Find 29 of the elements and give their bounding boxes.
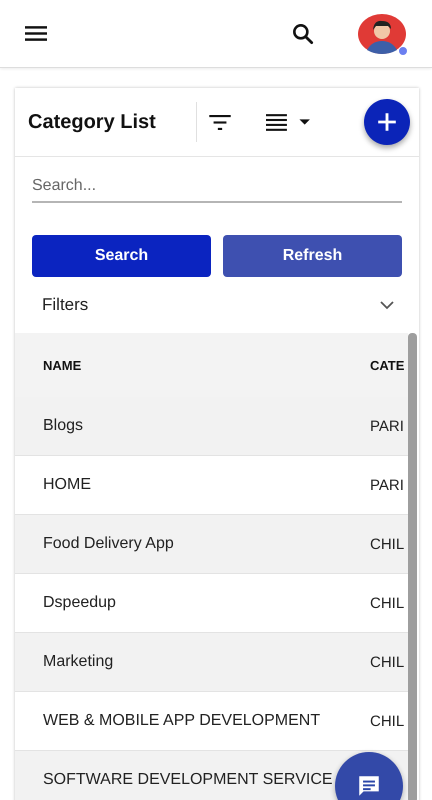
table-cell-text: CHIL [370, 536, 406, 552]
table-cell-text: SOFTWARE DEVELOPMENT SERVICE [42, 771, 334, 789]
table-cell-text: Marketing [42, 653, 114, 671]
table-row[interactable]: Blogs PARI [15, 397, 408, 456]
table-cell-text: WEB & MOBILE APP DEVELOPMENT [42, 712, 322, 730]
table-cell-text: Dspeedup [42, 594, 117, 612]
filter-icon[interactable] [208, 114, 231, 130]
table-cell-text: CHIL [370, 712, 406, 730]
filters-toggle[interactable]: Filters [32, 277, 402, 333]
table-row[interactable]: Food Delivery App CHIL [15, 515, 408, 574]
table-cell-text: HOME [42, 476, 92, 494]
refresh-button[interactable]: Refresh [223, 235, 402, 277]
column-header: NAME [42, 358, 82, 372]
table-cell-text: PARI [370, 476, 405, 494]
density-dropdown-icon[interactable] [266, 114, 312, 130]
table-cell-text: Blogs [42, 417, 84, 435]
search-button[interactable]: Search [32, 235, 211, 277]
table-cell-text: Food Delivery App [42, 535, 175, 553]
table-cell-text: CHIL [370, 594, 406, 612]
column-header: CATE [370, 358, 406, 372]
table-cell-text: CHIL [370, 654, 406, 670]
menu-icon[interactable] [25, 26, 47, 41]
table-row[interactable]: Marketing CHIL [15, 633, 408, 692]
scrollbar-thumb[interactable] [408, 333, 417, 800]
add-button[interactable] [364, 99, 410, 145]
card-title: Category List [28, 110, 156, 134]
avatar-icon[interactable] [358, 14, 406, 54]
table-cell-text: PARI [370, 418, 405, 434]
plus-icon [376, 111, 398, 133]
